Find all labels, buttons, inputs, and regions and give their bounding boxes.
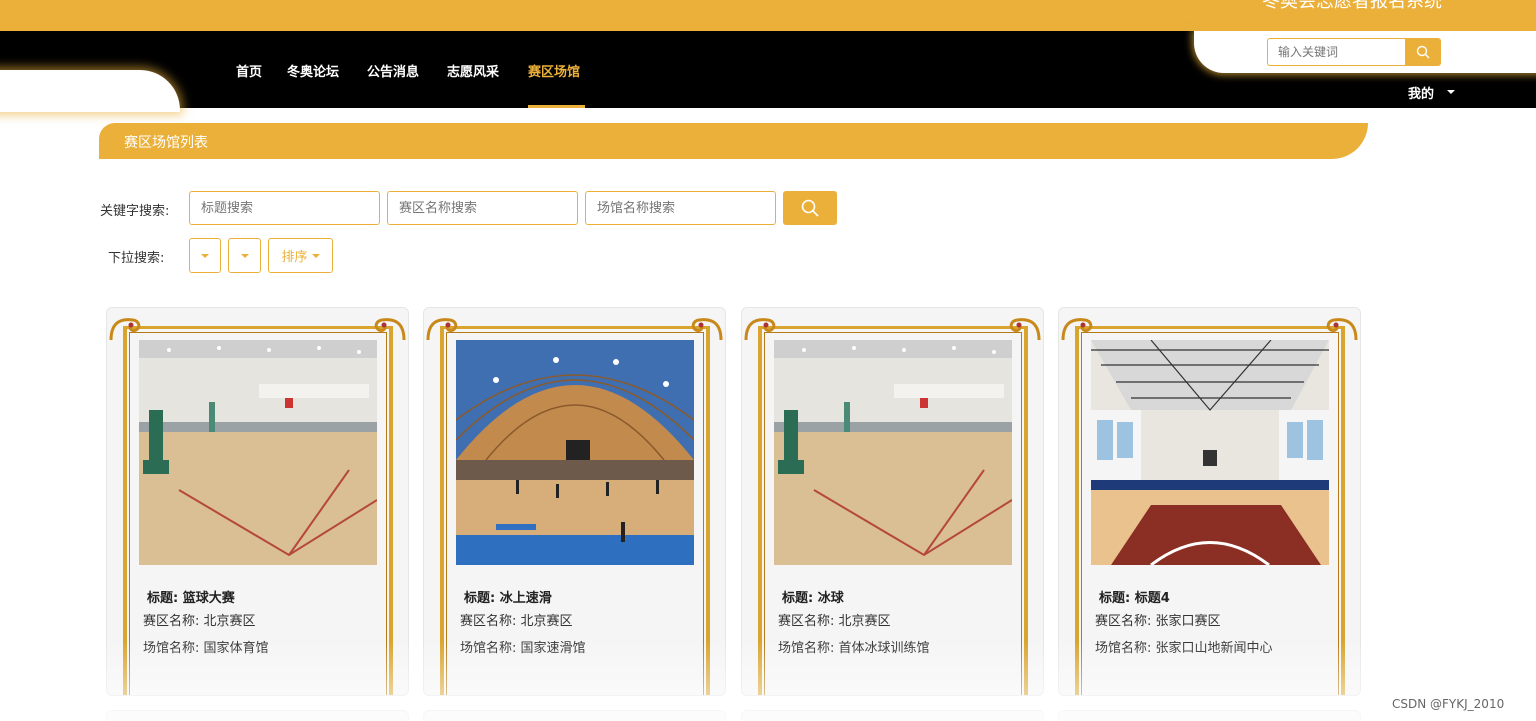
site-title: 冬奥会志愿者报名系统 bbox=[1262, 0, 1442, 12]
venue-card-partial[interactable] bbox=[1058, 710, 1361, 721]
search-button[interactable] bbox=[783, 191, 837, 225]
ornament-corner-icon bbox=[1326, 318, 1358, 341]
venue-photo bbox=[456, 340, 694, 565]
nav-item-venues[interactable]: 赛区场馆 bbox=[528, 61, 580, 80]
card-title: 标题: 冰球 bbox=[782, 591, 844, 606]
watermark: CSDN @FYKJ_2010 bbox=[1392, 697, 1505, 711]
venue-card[interactable]: 标题: 标题4 赛区名称: 张家口赛区 场馆名称: 张家口山地新闻中心 bbox=[1058, 307, 1361, 696]
chevron-down-icon[interactable] bbox=[1447, 90, 1455, 94]
section-header: 赛区场馆列表 bbox=[99, 123, 1368, 159]
nav-item-home[interactable]: 首页 bbox=[236, 61, 262, 80]
search-icon bbox=[801, 199, 819, 217]
nav-item-announcements[interactable]: 公告消息 bbox=[367, 61, 419, 80]
card-zone: 赛区名称: 北京赛区 bbox=[778, 614, 891, 629]
zone-search-input[interactable] bbox=[387, 191, 578, 225]
card-zone: 赛区名称: 北京赛区 bbox=[460, 614, 573, 629]
ornament-corner-icon bbox=[1009, 318, 1041, 341]
top-banner: 冬奥会志愿者报名系统 bbox=[0, 0, 1536, 31]
nav-item-forum[interactable]: 冬奥论坛 bbox=[287, 61, 339, 80]
filter-dropdown-1[interactable] bbox=[189, 238, 221, 273]
venue-search-input[interactable] bbox=[585, 191, 776, 225]
venue-photo bbox=[1091, 340, 1329, 565]
caret-down-icon bbox=[311, 253, 320, 258]
card-zone: 赛区名称: 北京赛区 bbox=[143, 614, 256, 629]
sort-dropdown[interactable]: 排序 bbox=[268, 238, 333, 273]
header-search-input[interactable] bbox=[1267, 38, 1405, 66]
venue-card[interactable]: 标题: 冰球 赛区名称: 北京赛区 场馆名称: 首体冰球训练馆 bbox=[741, 307, 1044, 696]
venue-card-partial[interactable] bbox=[741, 710, 1044, 721]
venue-card[interactable]: 标题: 篮球大赛 赛区名称: 北京赛区 场馆名称: 国家体育馆 bbox=[106, 307, 409, 696]
venue-card[interactable]: 标题: 冰上速滑 赛区名称: 北京赛区 场馆名称: 国家速滑馆 bbox=[423, 307, 726, 696]
keyword-search-label: 关键字搜索: bbox=[100, 204, 170, 219]
ornament-corner-icon bbox=[691, 318, 723, 341]
venue-photo bbox=[139, 340, 377, 565]
card-title: 标题: 标题4 bbox=[1099, 591, 1170, 606]
venue-card-partial[interactable] bbox=[106, 710, 409, 721]
caret-down-icon bbox=[240, 253, 249, 258]
active-nav-indicator bbox=[528, 105, 585, 108]
caret-down-icon bbox=[201, 253, 209, 258]
card-venue: 场馆名称: 国家速滑馆 bbox=[460, 641, 586, 656]
title-search-input[interactable] bbox=[189, 191, 380, 225]
nav-item-volunteer-showcase[interactable]: 志愿风采 bbox=[447, 61, 499, 80]
ornament-corner-icon bbox=[109, 318, 141, 341]
search-icon bbox=[1416, 45, 1430, 59]
card-venue: 场馆名称: 国家体育馆 bbox=[143, 641, 269, 656]
card-venue: 场馆名称: 张家口山地新闻中心 bbox=[1095, 641, 1273, 656]
card-zone: 赛区名称: 张家口赛区 bbox=[1095, 614, 1221, 629]
ornament-corner-icon bbox=[374, 318, 406, 341]
card-title: 标题: 冰上速滑 bbox=[464, 591, 552, 606]
venue-photo bbox=[774, 340, 1012, 565]
ornament-corner-icon bbox=[1061, 318, 1093, 341]
dropdown-search-label: 下拉搜索: bbox=[108, 251, 165, 266]
section-title: 赛区场馆列表 bbox=[124, 135, 208, 151]
nav-bar: 首页 冬奥论坛 公告消息 志愿风采 赛区场馆 我的 bbox=[0, 31, 1536, 112]
ornament-corner-icon bbox=[744, 318, 776, 341]
venue-card-partial[interactable] bbox=[423, 710, 726, 721]
nav-decoration bbox=[0, 70, 180, 112]
card-title: 标题: 篮球大赛 bbox=[147, 591, 235, 606]
ornament-corner-icon bbox=[426, 318, 458, 341]
card-venue: 场馆名称: 首体冰球训练馆 bbox=[778, 641, 930, 656]
sort-dropdown-label: 排序 bbox=[281, 250, 308, 265]
header-search-button[interactable] bbox=[1405, 38, 1441, 66]
filter-dropdown-2[interactable] bbox=[228, 238, 261, 273]
user-menu[interactable]: 我的 bbox=[1408, 83, 1434, 102]
